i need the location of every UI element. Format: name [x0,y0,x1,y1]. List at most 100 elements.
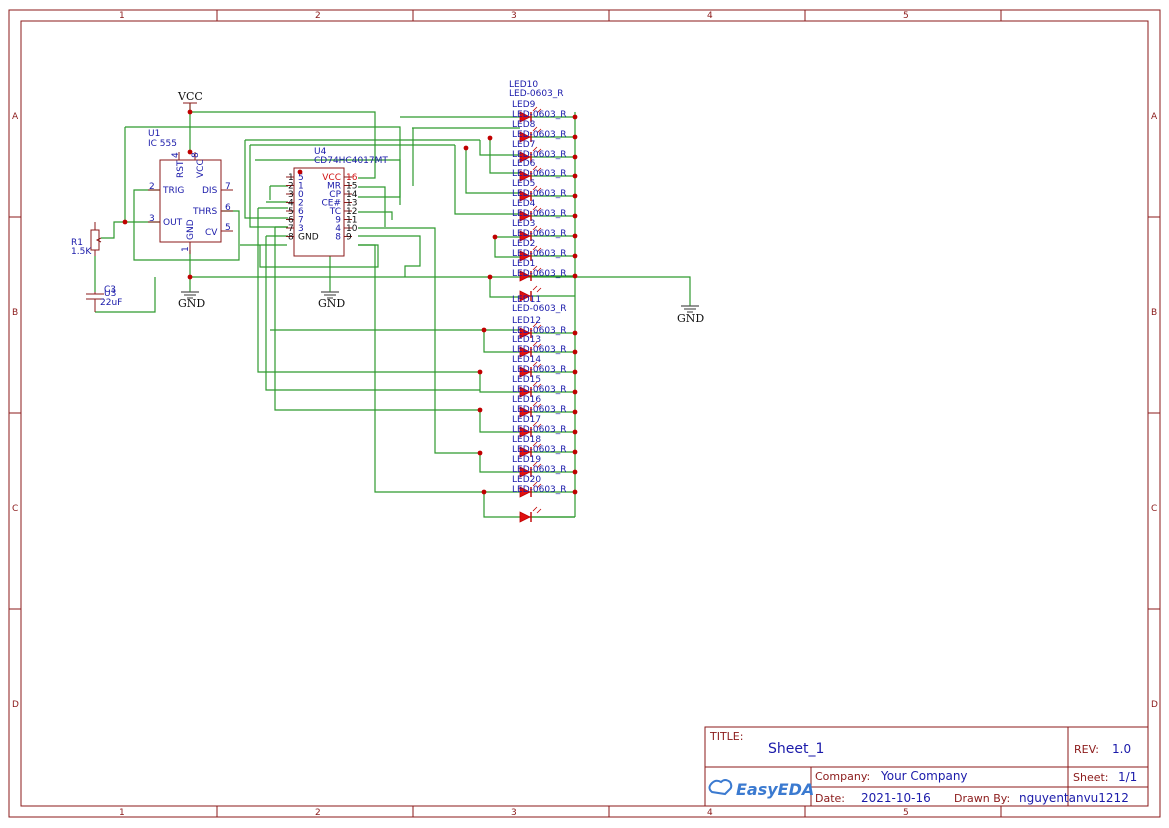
u1-pin-gnd: GND [186,219,196,240]
led-package: LED-0603_R [512,269,567,279]
led: LED9LED-0603_R [512,100,575,123]
u4-cd74hc4017: U4 CD74HC4017MT 1 52 13 04 25 66 77 38 GND16VCC1… [286,147,388,257]
frame-column-label: 3 [511,808,517,818]
led-package: LED-0603_R [512,209,567,219]
u4-pin-number: 9 [346,233,352,243]
schematic-sheet: 1122334455AABBCCDD LED10LED-0603_RLE [8,9,1161,818]
u1-pin-thrs: THRS [192,207,218,217]
frame-column-label: 3 [511,11,517,21]
led-ref: LED8 [512,120,536,130]
frame-column-label: 5 [903,808,909,818]
gnd-label: GND [178,297,205,310]
junction-dot [122,219,128,225]
title-block: TITLE: Sheet_1 REV: 1.0 Company: Your Co… [704,726,1149,807]
junction-dot [572,349,578,355]
frame-row-label: A [1151,112,1158,122]
date-label: Date: [815,792,845,805]
frame-column-label: 1 [119,11,125,21]
led-package: LED-0603_R [512,110,567,120]
led: LED14LED-0603_R [512,355,575,378]
frame-column-label: 4 [707,11,713,21]
u1-pin-vcc: VCC [196,159,206,178]
c3-capacitor: C3 U3 22uF [86,285,122,312]
c3-value: 22uF [100,298,122,308]
led-ref: LED4 [512,199,536,209]
led: LED13LED-0603_R [512,335,575,358]
led-ref: LED5 [512,179,535,189]
led: LED18LED-0603_R [512,435,575,458]
led: LED5LED-0603_R [512,179,575,202]
u1-pin-trig: TRIG [162,186,184,196]
u4-value: CD74HC4017MT [314,156,388,166]
u4-pin-name: GND [298,233,319,243]
u1-value: IC 555 [148,139,177,149]
junction-dot [487,274,493,280]
led-package: LED-0603_R [512,169,567,179]
led-ref: LED19 [512,455,541,465]
junction-dot [463,145,469,151]
junction-dot [572,469,578,475]
u1-pin-out: OUT [163,218,183,228]
led: LED8LED-0603_R [512,120,575,143]
led-column: LED10LED-0603_RLED9LED-0603_RLED8LED-060… [509,80,575,523]
title-label: TITLE: [709,730,743,743]
r1-potentiometer: R1 1.5K [71,222,102,257]
led-package: LED-0603_R [512,249,567,259]
led-package: LED-0603_R [512,385,567,395]
u1-pinnum-6: 6 [225,203,231,213]
led: LED16LED-0603_R [512,395,575,418]
junction-dot [572,449,578,455]
led: LED20LED-0603_R [512,475,575,498]
u4-pin-number: 8 [288,233,294,243]
led-package: LED-0603_R [512,425,567,435]
junction-dot [481,489,487,495]
junction-dot [572,369,578,375]
frame-row-label: D [12,700,19,710]
led: LED11LED-0603_R [512,285,575,314]
led-ref: LED16 [512,395,541,405]
frame-row-label: C [1151,504,1157,514]
led-package: LED-0603_R [512,229,567,239]
led: LED17LED-0603_R [512,415,575,438]
frame-column-label: 1 [119,808,125,818]
led [519,506,575,523]
led: LED2LED-0603_R [512,239,575,262]
light-arrows-icon [532,285,542,293]
junction-dot [572,173,578,179]
led-ref: LED6 [512,159,536,169]
junction-dot [572,253,578,259]
led-package: LED-0603_R [512,365,567,375]
junction-dot [477,407,483,413]
junction-dot [572,193,578,199]
led-ref: LED9 [512,100,536,110]
led-package: LED-0603_R [512,304,567,314]
u1-pinnum-7: 7 [225,182,231,192]
junction-dot [572,154,578,160]
vcc-symbol: VCC [177,90,203,112]
led-ref: LED1 [512,259,535,269]
junction-dot [572,330,578,336]
drawn-by-value: nguyentanvu1212 [1019,791,1129,805]
junction-dot [487,135,493,141]
led: LED1LED-0603_R [512,259,575,282]
led-ref: LED17 [512,415,541,425]
led-package: LED-0603_R [512,130,567,140]
frame-row-label: C [12,504,18,514]
u1-pinnum-1: 1 [181,246,191,252]
junction-dot [572,213,578,219]
r1-value: 1.5K [71,247,92,257]
u1-pinnum-3: 3 [149,214,155,224]
u1-pinnum-4: 4 [171,152,181,158]
junction-dot [187,274,193,280]
sheet-label: Sheet: [1073,771,1109,784]
led-diode-icon [519,511,531,523]
led-ref: LED15 [512,375,541,385]
junction-dot [297,169,303,175]
led-ref: LED20 [512,475,541,485]
sheet-title: Sheet_1 [768,741,824,757]
frame-row-label: A [12,112,19,122]
led-package: LED-0603_R [512,445,567,455]
junction-dot [187,109,193,115]
drawing-frame: 1 1 2 2 3 3 4 4 5 5 A A B B C C D D [8,9,1161,818]
led-top-package: LED-0603_R [509,89,564,99]
